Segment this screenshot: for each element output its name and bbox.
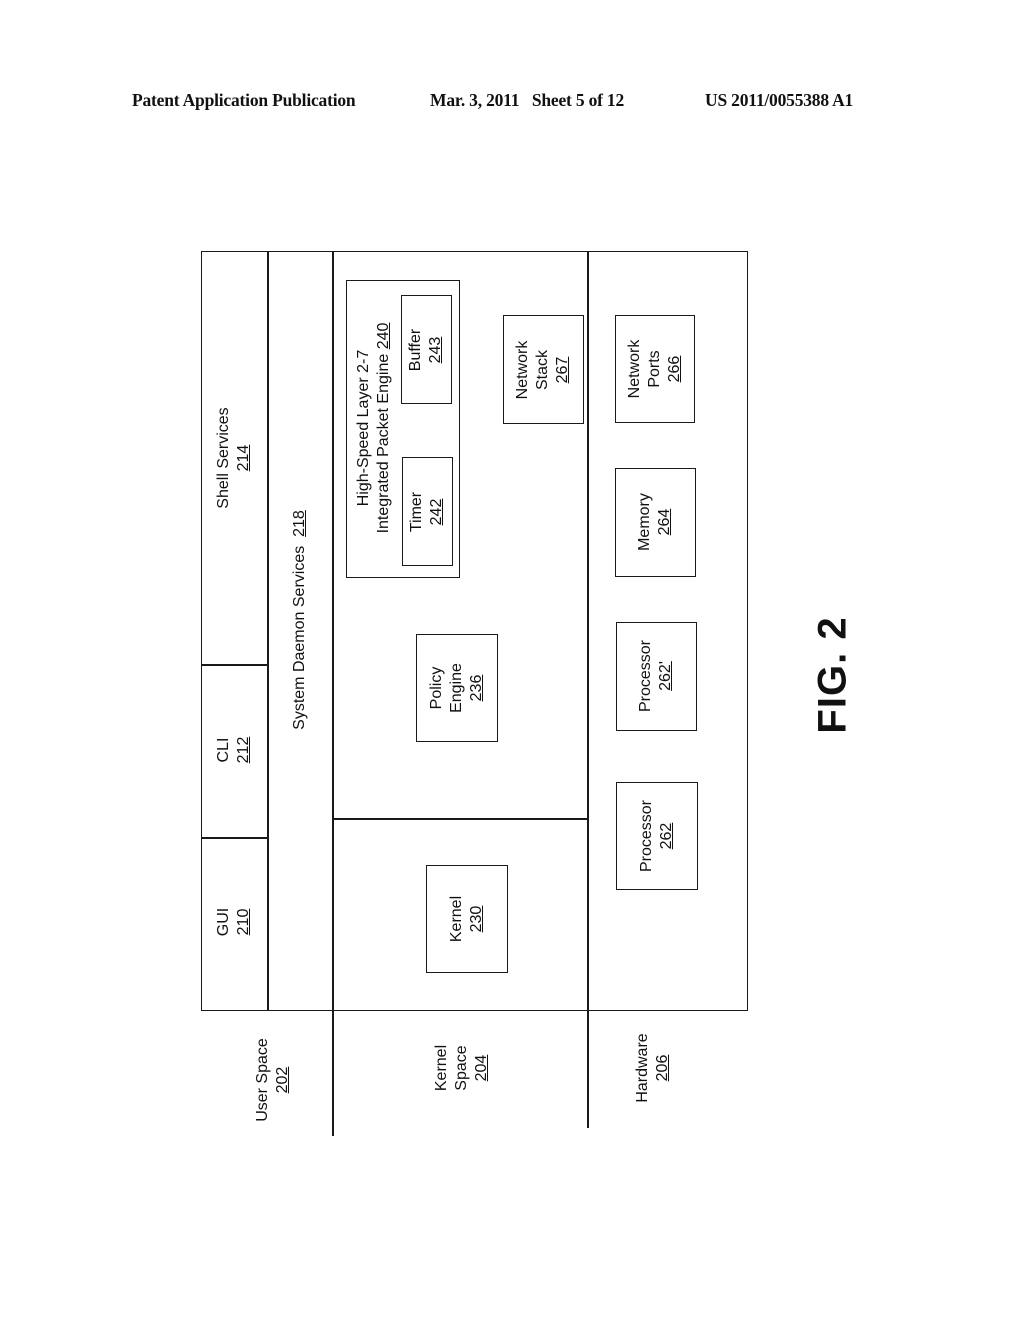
figure-label: FIG. 2 <box>810 616 855 734</box>
timer-ref: 242 <box>428 498 445 526</box>
network-ports-label-line1: Network <box>626 339 643 399</box>
packet-engine-label-line2-wrap: Integrated Packet Engine 240 <box>374 323 394 534</box>
processor-1-label: Processor <box>638 799 655 873</box>
kernel-space-label-line2: Space <box>453 1045 470 1091</box>
block-cli: CLI 212 <box>214 737 254 764</box>
publication-title: Patent Application Publication <box>132 90 356 110</box>
policy-engine-label-line1: Policy <box>428 666 445 710</box>
packet-engine-label: High-Speed Layer 2-7 Integrated Packet E… <box>354 323 394 534</box>
shell-services-label: Shell Services <box>215 407 232 509</box>
block-gui: GUI 210 <box>214 908 254 936</box>
processor-2-label-group: Processor 262' <box>636 640 676 712</box>
divider-kernel-region <box>332 818 588 820</box>
network-ports-label-line2: Ports <box>646 350 663 388</box>
kernel-space-ref: 204 <box>473 1054 490 1082</box>
cli-label: CLI <box>215 737 232 763</box>
memory-ref: 264 <box>656 508 673 536</box>
processor-2-label: Processor <box>637 639 654 713</box>
policy-engine-label-group: Policy Engine 236 <box>427 663 487 713</box>
packet-engine-label-line1: High-Speed Layer 2-7 <box>355 349 372 507</box>
block-system-daemon-services: System Daemon Services 218 <box>290 510 310 730</box>
cli-ref: 212 <box>235 736 252 764</box>
kernel-space-label-line1: Kernel <box>433 1044 450 1092</box>
buffer-label: Buffer <box>407 328 424 372</box>
divider-user-row <box>267 251 269 1011</box>
hardware-label: Hardware <box>634 1033 651 1103</box>
buffer-ref: 243 <box>427 336 444 364</box>
hardware-ref: 206 <box>654 1054 671 1082</box>
network-stack-label-group: Network Stack 267 <box>513 341 573 400</box>
memory-label: Memory <box>636 493 653 551</box>
processor-1-label-group: Processor 262 <box>637 800 677 872</box>
layer-label-user-space: User Space 202 <box>253 1038 293 1122</box>
system-daemon-services-text: System Daemon Services 218 <box>290 510 310 730</box>
gui-ref: 210 <box>235 908 252 936</box>
network-ports-label-group: Network Ports 266 <box>625 340 685 399</box>
processor-1-ref: 262 <box>658 822 675 850</box>
timer-label-group: Timer 242 <box>407 492 447 532</box>
gui-label: GUI <box>215 907 232 937</box>
policy-engine-ref: 236 <box>468 674 485 702</box>
network-stack-label-line1: Network <box>514 340 531 400</box>
network-stack-label-line2: Stack <box>534 350 551 391</box>
divider-cli-gui <box>201 837 267 839</box>
system-daemon-services-ref: 218 <box>291 510 308 537</box>
divider-kernel-hardware <box>587 251 589 1128</box>
kernel-ref: 230 <box>468 905 485 933</box>
kernel-label-group: Kernel 230 <box>447 896 487 942</box>
block-shell-services: Shell Services 214 <box>214 407 254 508</box>
publication-date-sheet: Mar. 3, 2011 Sheet 5 of 12 <box>430 90 625 110</box>
processor-2-ref: 262' <box>657 661 674 691</box>
layer-label-hardware: Hardware 206 <box>633 1033 673 1102</box>
divider-shell-cli <box>201 664 267 666</box>
patent-number: US 2011/0055388 A1 <box>705 90 854 110</box>
kernel-label: Kernel <box>448 895 465 943</box>
packet-engine-ref: 240 <box>375 322 392 350</box>
system-daemon-services-label: System Daemon Services <box>291 545 308 730</box>
user-space-label: User Space <box>254 1038 271 1122</box>
layer-label-kernel-space: Kernel Space 204 <box>432 1045 492 1091</box>
network-stack-ref: 267 <box>554 356 571 384</box>
shell-services-ref: 214 <box>235 444 252 472</box>
memory-label-group: Memory 264 <box>635 493 675 551</box>
buffer-label-group: Buffer 243 <box>406 329 446 371</box>
policy-engine-label-line2: Engine <box>448 663 465 713</box>
timer-label: Timer <box>408 491 425 533</box>
divider-user-kernel <box>332 251 334 1136</box>
packet-engine-label-line2: Integrated Packet Engine <box>375 353 392 534</box>
user-space-ref: 202 <box>274 1066 291 1094</box>
network-ports-ref: 266 <box>666 355 683 383</box>
